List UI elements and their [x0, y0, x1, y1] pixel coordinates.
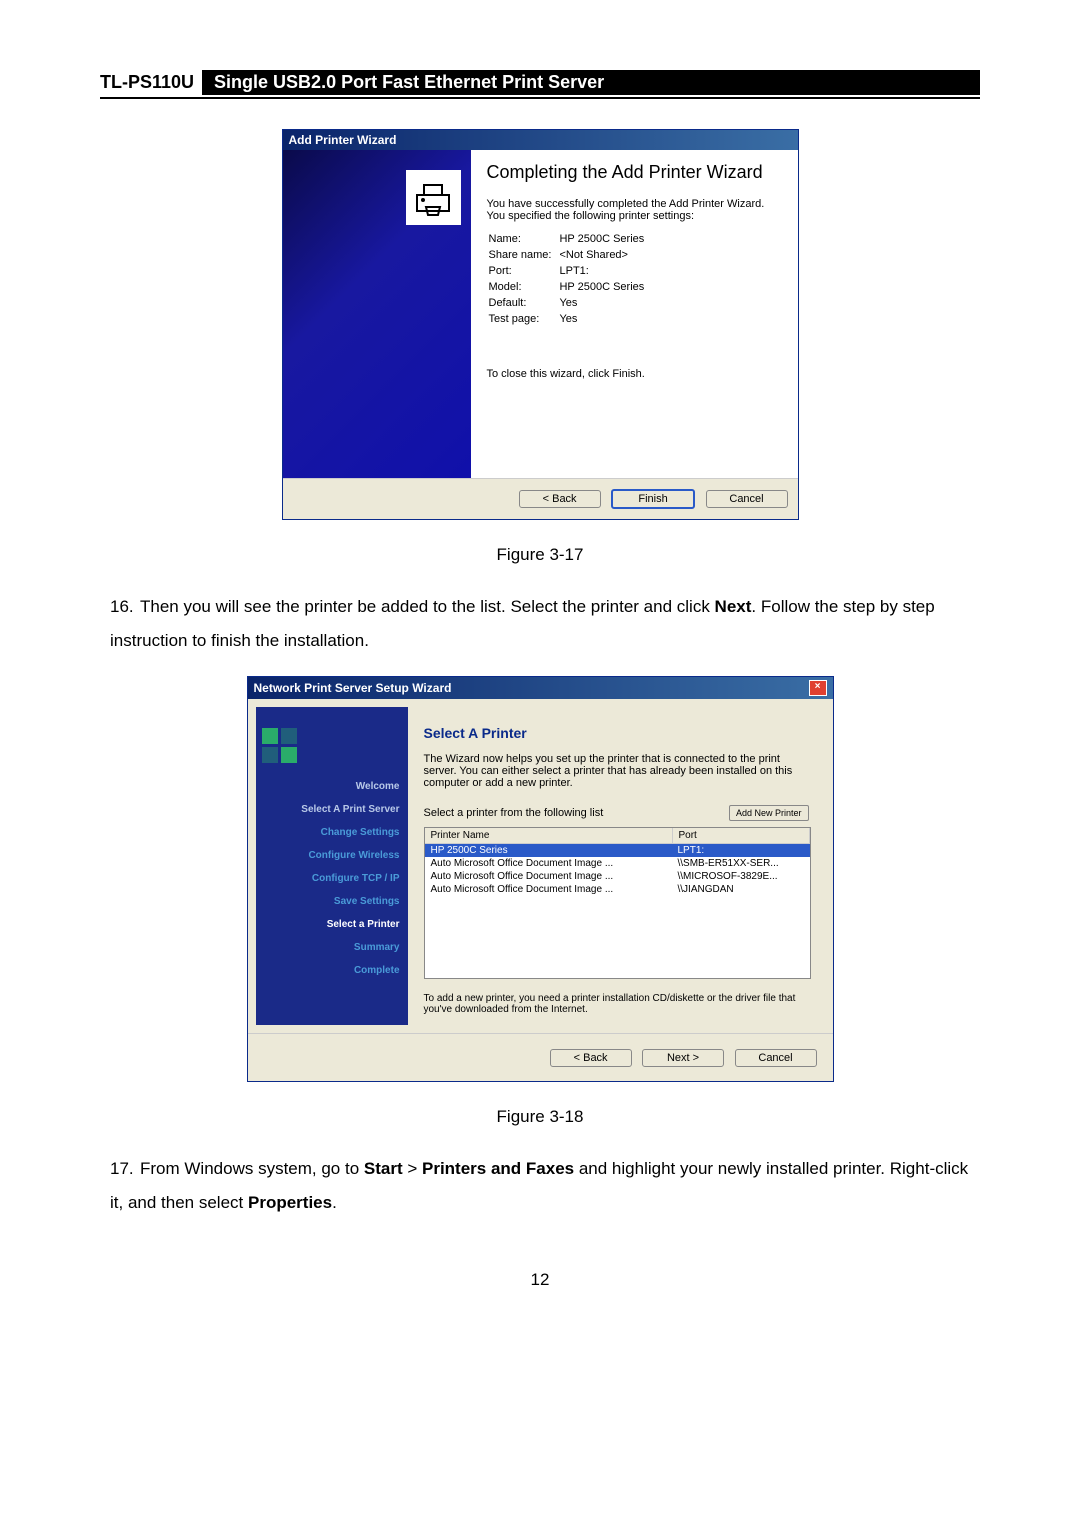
bold-next: Next	[715, 597, 752, 616]
label: Share name:	[489, 248, 558, 262]
wizard-intro: The Wizard now helps you set up the prin…	[424, 753, 809, 789]
figure-3-18: Network Print Server Setup Wizard × Welc…	[100, 676, 980, 1082]
printer-settings-table: Name:HP 2500C Series Share name:<Not Sha…	[487, 230, 653, 328]
wizard-side-nav: Welcome Select A Print Server Change Set…	[256, 707, 408, 1025]
step-17: 17.From Windows system, go to Start > Pr…	[110, 1152, 980, 1220]
page-number: 12	[100, 1270, 980, 1290]
side-summary: Summary	[262, 936, 402, 959]
cell-name: HP 2500C Series	[425, 844, 672, 857]
figure-caption: Figure 3-18	[100, 1107, 980, 1127]
value: HP 2500C Series	[559, 280, 650, 294]
step-text: Then you will see the printer be added t…	[140, 597, 715, 616]
list-label: Select a printer from the following list	[424, 807, 604, 819]
cell-port: \\SMB-ER51XX-SER...	[672, 857, 810, 870]
wizard-button-bar: < Back Finish Cancel	[283, 478, 798, 519]
header-rule	[100, 97, 980, 99]
wizard-main: Select A Printer The Wizard now helps yo…	[408, 707, 825, 1025]
close-icon[interactable]: ×	[809, 680, 827, 696]
wizard-heading: Select A Printer	[424, 717, 809, 753]
printer-icon	[406, 170, 461, 225]
wizard-button-bar: < Back Next > Cancel	[248, 1033, 833, 1081]
step-text: From Windows system, go to	[140, 1159, 364, 1178]
cancel-button[interactable]: Cancel	[706, 490, 788, 508]
value: Yes	[559, 296, 650, 310]
table-row[interactable]: Auto Microsoft Office Document Image ...…	[425, 883, 810, 896]
value: LPT1:	[559, 264, 650, 278]
step-number: 16.	[110, 590, 140, 624]
cell-name: Auto Microsoft Office Document Image ...	[425, 870, 672, 883]
wizard-title-text: Network Print Server Setup Wizard	[254, 681, 452, 695]
figure-3-17: Add Printer Wizard Completing the Add Pr…	[100, 129, 980, 520]
step-number: 17.	[110, 1152, 140, 1186]
step-text: >	[403, 1159, 422, 1178]
doc-header: TL-PS110U Single USB2.0 Port Fast Ethern…	[100, 70, 980, 95]
back-button[interactable]: < Back	[519, 490, 601, 508]
table-row[interactable]: Auto Microsoft Office Document Image ...…	[425, 870, 810, 883]
step-text: .	[332, 1193, 337, 1212]
label: Name:	[489, 232, 558, 246]
finish-button[interactable]: Finish	[611, 489, 695, 509]
col-printer-name: Printer Name	[425, 828, 673, 843]
side-welcome: Welcome	[262, 775, 402, 798]
side-change-settings: Change Settings	[262, 821, 402, 844]
table-row[interactable]: HP 2500C Series LPT1:	[425, 844, 810, 857]
back-button[interactable]: < Back	[550, 1049, 632, 1067]
wizard-titlebar: Network Print Server Setup Wizard ×	[248, 677, 833, 699]
add-printer-wizard-window: Add Printer Wizard Completing the Add Pr…	[282, 129, 799, 520]
value: Yes	[559, 312, 650, 326]
table-header: Printer Name Port	[425, 828, 810, 844]
label: Test page:	[489, 312, 558, 326]
wizard-content: Completing the Add Printer Wizard You ha…	[471, 150, 798, 478]
document-page: TL-PS110U Single USB2.0 Port Fast Ethern…	[0, 0, 1080, 1330]
side-select-printer: Select a Printer	[262, 913, 402, 936]
wizard-note: To add a new printer, you need a printer…	[424, 993, 809, 1015]
cell-name: Auto Microsoft Office Document Image ...	[425, 857, 672, 870]
label: Port:	[489, 264, 558, 278]
next-button[interactable]: Next >	[642, 1049, 724, 1067]
side-configure-wireless: Configure Wireless	[262, 844, 402, 867]
wizard-intro: You have successfully completed the Add …	[487, 198, 782, 222]
figure-caption: Figure 3-17	[100, 545, 980, 565]
bold-printers-faxes: Printers and Faxes	[422, 1159, 574, 1178]
cell-port: LPT1:	[672, 844, 810, 857]
table-row[interactable]: Auto Microsoft Office Document Image ...…	[425, 857, 810, 870]
cell-port: \\MICROSOF-3829E...	[672, 870, 810, 883]
side-save-settings: Save Settings	[262, 890, 402, 913]
model-number: TL-PS110U	[100, 70, 202, 95]
doc-title: Single USB2.0 Port Fast Ethernet Print S…	[202, 70, 980, 95]
side-select-server: Select A Print Server	[262, 798, 402, 821]
wizard-sidebar-art	[283, 150, 471, 478]
network-setup-wizard-window: Network Print Server Setup Wizard × Welc…	[247, 676, 834, 1082]
bold-start: Start	[364, 1159, 403, 1178]
printer-list[interactable]: Printer Name Port HP 2500C Series LPT1: …	[424, 827, 811, 979]
add-new-printer-button[interactable]: Add New Printer	[729, 805, 809, 821]
side-configure-tcpip: Configure TCP / IP	[262, 867, 402, 890]
cancel-button[interactable]: Cancel	[735, 1049, 817, 1067]
logo-icon	[262, 715, 402, 775]
wizard-titlebar: Add Printer Wizard	[283, 130, 798, 150]
label: Model:	[489, 280, 558, 294]
step-16: 16.Then you will see the printer be adde…	[110, 590, 980, 658]
cell-name: Auto Microsoft Office Document Image ...	[425, 883, 672, 896]
side-complete: Complete	[262, 959, 402, 982]
wizard-heading: Completing the Add Printer Wizard	[487, 162, 782, 184]
col-port: Port	[673, 828, 810, 843]
cell-port: \\JIANGDAN	[672, 883, 810, 896]
wizard-close-hint: To close this wizard, click Finish.	[487, 368, 782, 380]
bold-properties: Properties	[248, 1193, 332, 1212]
value: HP 2500C Series	[559, 232, 650, 246]
value: <Not Shared>	[559, 248, 650, 262]
label: Default:	[489, 296, 558, 310]
